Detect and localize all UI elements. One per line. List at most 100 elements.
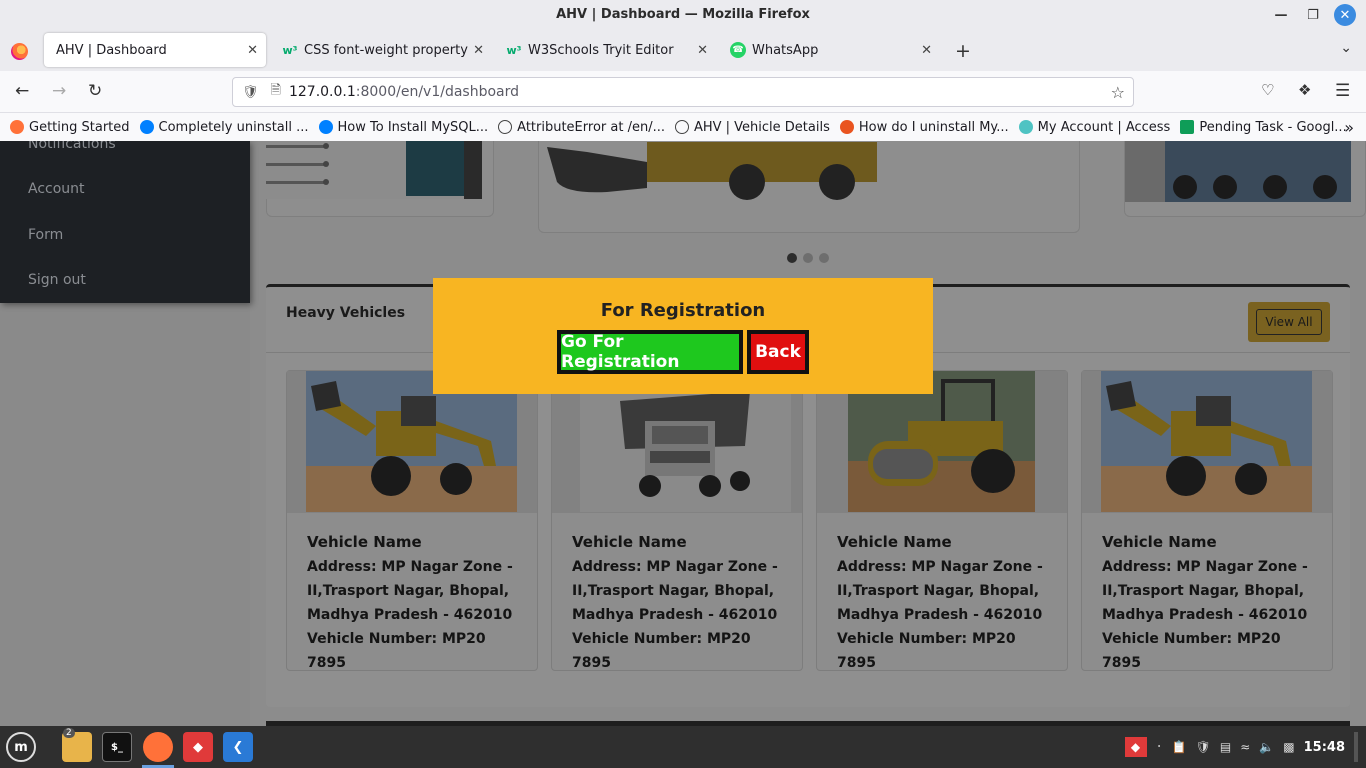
- tab-label: W3Schools Tryit Editor: [528, 42, 674, 58]
- vehicle-name: Vehicle Name: [837, 533, 952, 551]
- vehicle-address: Address: MP Nagar Zone - II,Trasport Nag…: [837, 559, 1043, 623]
- sidebar-item-notifications[interactable]: Notifications: [28, 141, 116, 152]
- vehicle-name: Vehicle Name: [572, 533, 687, 551]
- sidebar-item-form[interactable]: Form: [28, 227, 63, 243]
- view-all-button[interactable]: View All: [1248, 302, 1330, 342]
- shield-icon[interactable]: 🛡: [1196, 740, 1211, 754]
- reload-icon[interactable]: ↻: [88, 81, 102, 101]
- battery-icon[interactable]: ▩: [1283, 740, 1294, 754]
- vscode-icon[interactable]: ❮: [223, 732, 253, 762]
- more-bookmarks-icon[interactable]: »: [1344, 118, 1354, 137]
- bookmark-my-account[interactable]: My Account | Access: [1018, 120, 1170, 135]
- mint-menu-icon[interactable]: m: [6, 732, 36, 762]
- vehicle-address: Address: MP Nagar Zone - II,Trasport Nag…: [307, 559, 513, 623]
- anydesk-tray-icon[interactable]: ◆: [1124, 737, 1147, 757]
- clipboard-icon[interactable]: 📋: [1172, 740, 1187, 754]
- vehicle-details: Address: MP Nagar Zone - II,Trasport Nag…: [572, 555, 792, 675]
- access-icon: [1018, 120, 1033, 134]
- vehicle-card[interactable]: Vehicle Name Address: MP Nagar Zone - II…: [286, 370, 538, 671]
- back-button[interactable]: Back: [747, 330, 809, 374]
- close-tab-icon[interactable]: ✕: [473, 43, 484, 58]
- globe-icon: [674, 120, 689, 134]
- modal-title: For Registration: [600, 300, 766, 321]
- vehicle-address: Address: MP Nagar Zone - II,Trasport Nag…: [1102, 559, 1308, 623]
- wifi-icon[interactable]: ≈: [1240, 740, 1250, 754]
- vehicle-details: Address: MP Nagar Zone - II,Trasport Nag…: [837, 555, 1057, 675]
- show-desktop-button[interactable]: [1354, 732, 1358, 762]
- vehicle-name: Vehicle Name: [1102, 533, 1217, 551]
- vehicle-name: Vehicle Name: [307, 533, 422, 551]
- bookmark-pending-task[interactable]: Pending Task - Googl...: [1180, 120, 1347, 135]
- taskbar: m 2 $_ ◆ ❮ ◆ ᛫ 📋 🛡 ▤ ≈ 🔈 ▩ 15:48: [0, 726, 1366, 768]
- shield-icon[interactable]: 🛡: [242, 85, 259, 100]
- navigation-bar: ← → ↻ 🛡 🗎 127.0.0.1:8000/en/v1/dashboard…: [0, 71, 1366, 113]
- url-path: :8000/en/v1/dashboard: [355, 84, 520, 100]
- anydesk-icon[interactable]: ◆: [183, 732, 213, 762]
- notes-icon[interactable]: ▤: [1220, 740, 1231, 754]
- vehicle-details: Address: MP Nagar Zone - II,Trasport Nag…: [1102, 555, 1322, 675]
- bookmark-vehicle-details[interactable]: AHV | Vehicle Details: [674, 120, 830, 135]
- chevron-down-icon[interactable]: ⌄: [1340, 40, 1352, 56]
- tab-ahv-dashboard[interactable]: AHV | Dashboard ✕: [44, 33, 266, 67]
- carousel-dot[interactable]: [819, 253, 829, 263]
- vehicle-details: Address: MP Nagar Zone - II,Trasport Nag…: [307, 555, 527, 675]
- pocket-icon[interactable]: ♡: [1261, 81, 1274, 99]
- sidebar-item-account[interactable]: Account: [28, 181, 85, 197]
- tab-label: AHV | Dashboard: [56, 42, 167, 58]
- vehicle-card[interactable]: Vehicle Name Address: MP Nagar Zone - II…: [551, 370, 803, 671]
- close-tab-icon[interactable]: ✕: [921, 43, 932, 58]
- bluetooth-icon[interactable]: ᛫: [1156, 740, 1163, 754]
- sidebar-item-sign-out[interactable]: Sign out: [28, 272, 86, 288]
- close-tab-icon[interactable]: ✕: [247, 43, 258, 58]
- tab-bar: AHV | Dashboard ✕ w³ CSS font-weight pro…: [0, 29, 1366, 71]
- tab-css-font-weight[interactable]: w³ CSS font-weight property ✕: [270, 33, 492, 67]
- tab-whatsapp[interactable]: ☎ WhatsApp ✕: [718, 33, 940, 67]
- new-tab-icon[interactable]: +: [955, 40, 971, 62]
- vehicle-image-backhoe-loader: [1082, 371, 1332, 513]
- url-host: 127.0.0.1: [288, 84, 356, 100]
- go-for-registration-button[interactable]: Go For Registration: [557, 330, 743, 374]
- bookmark-completely-uninstall[interactable]: Completely uninstall ...: [139, 120, 309, 135]
- clock[interactable]: 15:48: [1304, 740, 1345, 755]
- firefox-icon[interactable]: [143, 732, 173, 762]
- close-icon[interactable]: ✕: [1334, 4, 1356, 26]
- bookmark-uninstall-my[interactable]: How do I uninstall My...: [839, 120, 1009, 135]
- window-title: AHV | Dashboard — Mozilla Firefox: [556, 7, 810, 22]
- bookmark-install-mysql[interactable]: How To Install MySQL...: [318, 120, 488, 135]
- globe-icon: [498, 120, 513, 134]
- bookmark-getting-started[interactable]: Getting Started: [10, 120, 130, 135]
- window-titlebar: AHV | Dashboard — Mozilla Firefox — ❐ ✕: [0, 0, 1366, 29]
- firefox-icon: [10, 120, 24, 134]
- menu-icon[interactable]: ☰: [1335, 81, 1350, 101]
- vehicle-card[interactable]: Vehicle Name Address: MP Nagar Zone - II…: [816, 370, 1068, 671]
- vehicle-card[interactable]: Vehicle Name Address: MP Nagar Zone - II…: [1081, 370, 1333, 671]
- askubuntu-icon: [839, 120, 854, 134]
- firefox-icon: [11, 43, 28, 60]
- w3schools-icon: w³: [506, 43, 522, 57]
- url-bar[interactable]: 🛡 🗎 127.0.0.1:8000/en/v1/dashboard ☆: [232, 77, 1134, 107]
- whatsapp-icon: ☎: [730, 42, 746, 58]
- tab-label: CSS font-weight property: [304, 42, 468, 58]
- system-tray: ◆ ᛫ 📋 🛡 ▤ ≈ 🔈 ▩ 15:48: [1124, 726, 1358, 768]
- carousel-dot[interactable]: [787, 253, 797, 263]
- volume-icon[interactable]: 🔈: [1259, 740, 1274, 754]
- minimize-icon[interactable]: —: [1270, 4, 1292, 26]
- tools-image: [266, 141, 482, 199]
- carousel-indicators: [787, 253, 829, 263]
- back-arrow-icon[interactable]: ←: [15, 81, 29, 101]
- vehicle-number: Vehicle Number: MP20 7895: [572, 631, 751, 671]
- carousel-card: [538, 141, 1080, 233]
- w3schools-icon: w³: [282, 43, 298, 57]
- terminal-icon[interactable]: $_: [102, 732, 132, 762]
- bookmark-attributeerror[interactable]: AttributeError at /en/...: [498, 120, 665, 135]
- carousel-dot[interactable]: [803, 253, 813, 263]
- maximize-icon[interactable]: ❐: [1302, 4, 1324, 26]
- close-tab-icon[interactable]: ✕: [697, 43, 708, 58]
- bookmarks-bar: Getting Started Completely uninstall ...…: [0, 113, 1366, 141]
- star-icon[interactable]: ☆: [1111, 83, 1125, 102]
- google-sheets-icon: [1180, 120, 1195, 134]
- tab-w3schools-tryit[interactable]: w³ W3Schools Tryit Editor ✕: [494, 33, 716, 67]
- forward-arrow-icon[interactable]: →: [52, 81, 66, 101]
- vehicle-number: Vehicle Number: MP20 7895: [307, 631, 486, 671]
- extensions-icon[interactable]: ❖: [1298, 81, 1311, 99]
